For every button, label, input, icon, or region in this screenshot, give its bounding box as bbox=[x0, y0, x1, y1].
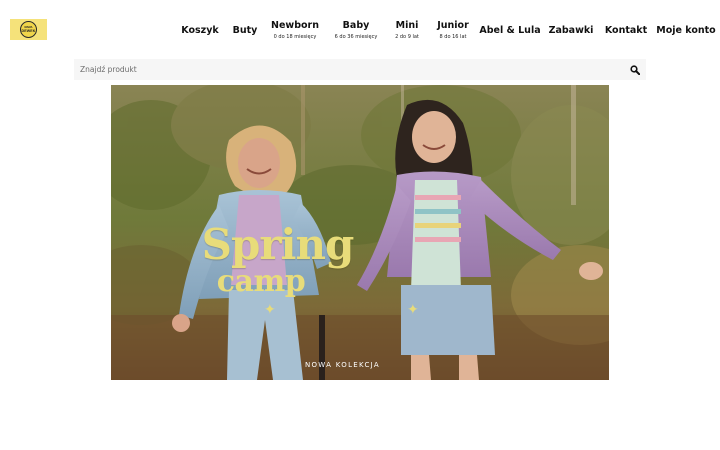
nav-sublabel: 8 do 16 lat bbox=[439, 34, 467, 40]
nav-label: Moje konto bbox=[656, 25, 716, 36]
nav-item-abel-lula[interactable]: Abel & Lula bbox=[479, 20, 540, 37]
nav-sublabel: 2 do 9 lat bbox=[395, 34, 419, 40]
main-nav: Koszyk Buty Newborn 0 do 18 miesięcy Bab… bbox=[0, 0, 720, 60]
nav-item-mini[interactable]: Mini 2 do 9 lat bbox=[395, 20, 419, 41]
nav-label: Buty bbox=[232, 25, 258, 36]
hero-banner[interactable]: Spring camp ✦ ✦ NOWA KOLEKCJA bbox=[111, 85, 609, 380]
nav-item-zabawki[interactable]: Zabawki bbox=[549, 20, 594, 37]
nav-item-baby[interactable]: Baby 6 do 36 miesięcy bbox=[335, 20, 378, 41]
nav-item-moje-konto[interactable]: Moje konto bbox=[656, 20, 715, 37]
nav-sublabel: 0 do 18 miesięcy bbox=[273, 34, 317, 40]
nav-label: Koszyk bbox=[181, 25, 219, 36]
search-button[interactable] bbox=[626, 61, 644, 78]
nav-item-newborn[interactable]: Newborn 0 do 18 miesięcy bbox=[271, 20, 319, 41]
hero-cta-text[interactable]: NOWA KOLEKCJA bbox=[111, 361, 574, 369]
hero-title: Spring bbox=[201, 220, 355, 269]
hero-subtitle: camp bbox=[216, 264, 306, 299]
search-input[interactable] bbox=[74, 59, 622, 80]
nav-label: Newborn bbox=[271, 20, 319, 31]
search-bar bbox=[74, 59, 646, 80]
nav-label: Junior bbox=[437, 20, 469, 31]
nav-item-koszyk[interactable]: Koszyk bbox=[181, 20, 218, 37]
nav-label: Kontakt bbox=[604, 25, 648, 36]
nav-label: Zabawki bbox=[548, 25, 594, 36]
star-icon: ✦ bbox=[264, 301, 276, 317]
site-header: MAMA DEWEK Koszyk Buty Newborn 0 do 18 m… bbox=[0, 0, 720, 60]
search-icon bbox=[630, 64, 640, 75]
nav-sublabel: 6 do 36 miesięcy bbox=[334, 34, 378, 40]
star-icon: ✦ bbox=[407, 301, 419, 317]
nav-label: Abel & Lula bbox=[479, 25, 541, 36]
nav-label: Mini bbox=[395, 20, 419, 31]
nav-item-buty[interactable]: Buty bbox=[233, 20, 258, 37]
nav-item-kontakt[interactable]: Kontakt bbox=[605, 20, 647, 37]
nav-item-junior[interactable]: Junior 8 do 16 lat bbox=[437, 20, 469, 41]
nav-label: Baby bbox=[342, 20, 370, 31]
